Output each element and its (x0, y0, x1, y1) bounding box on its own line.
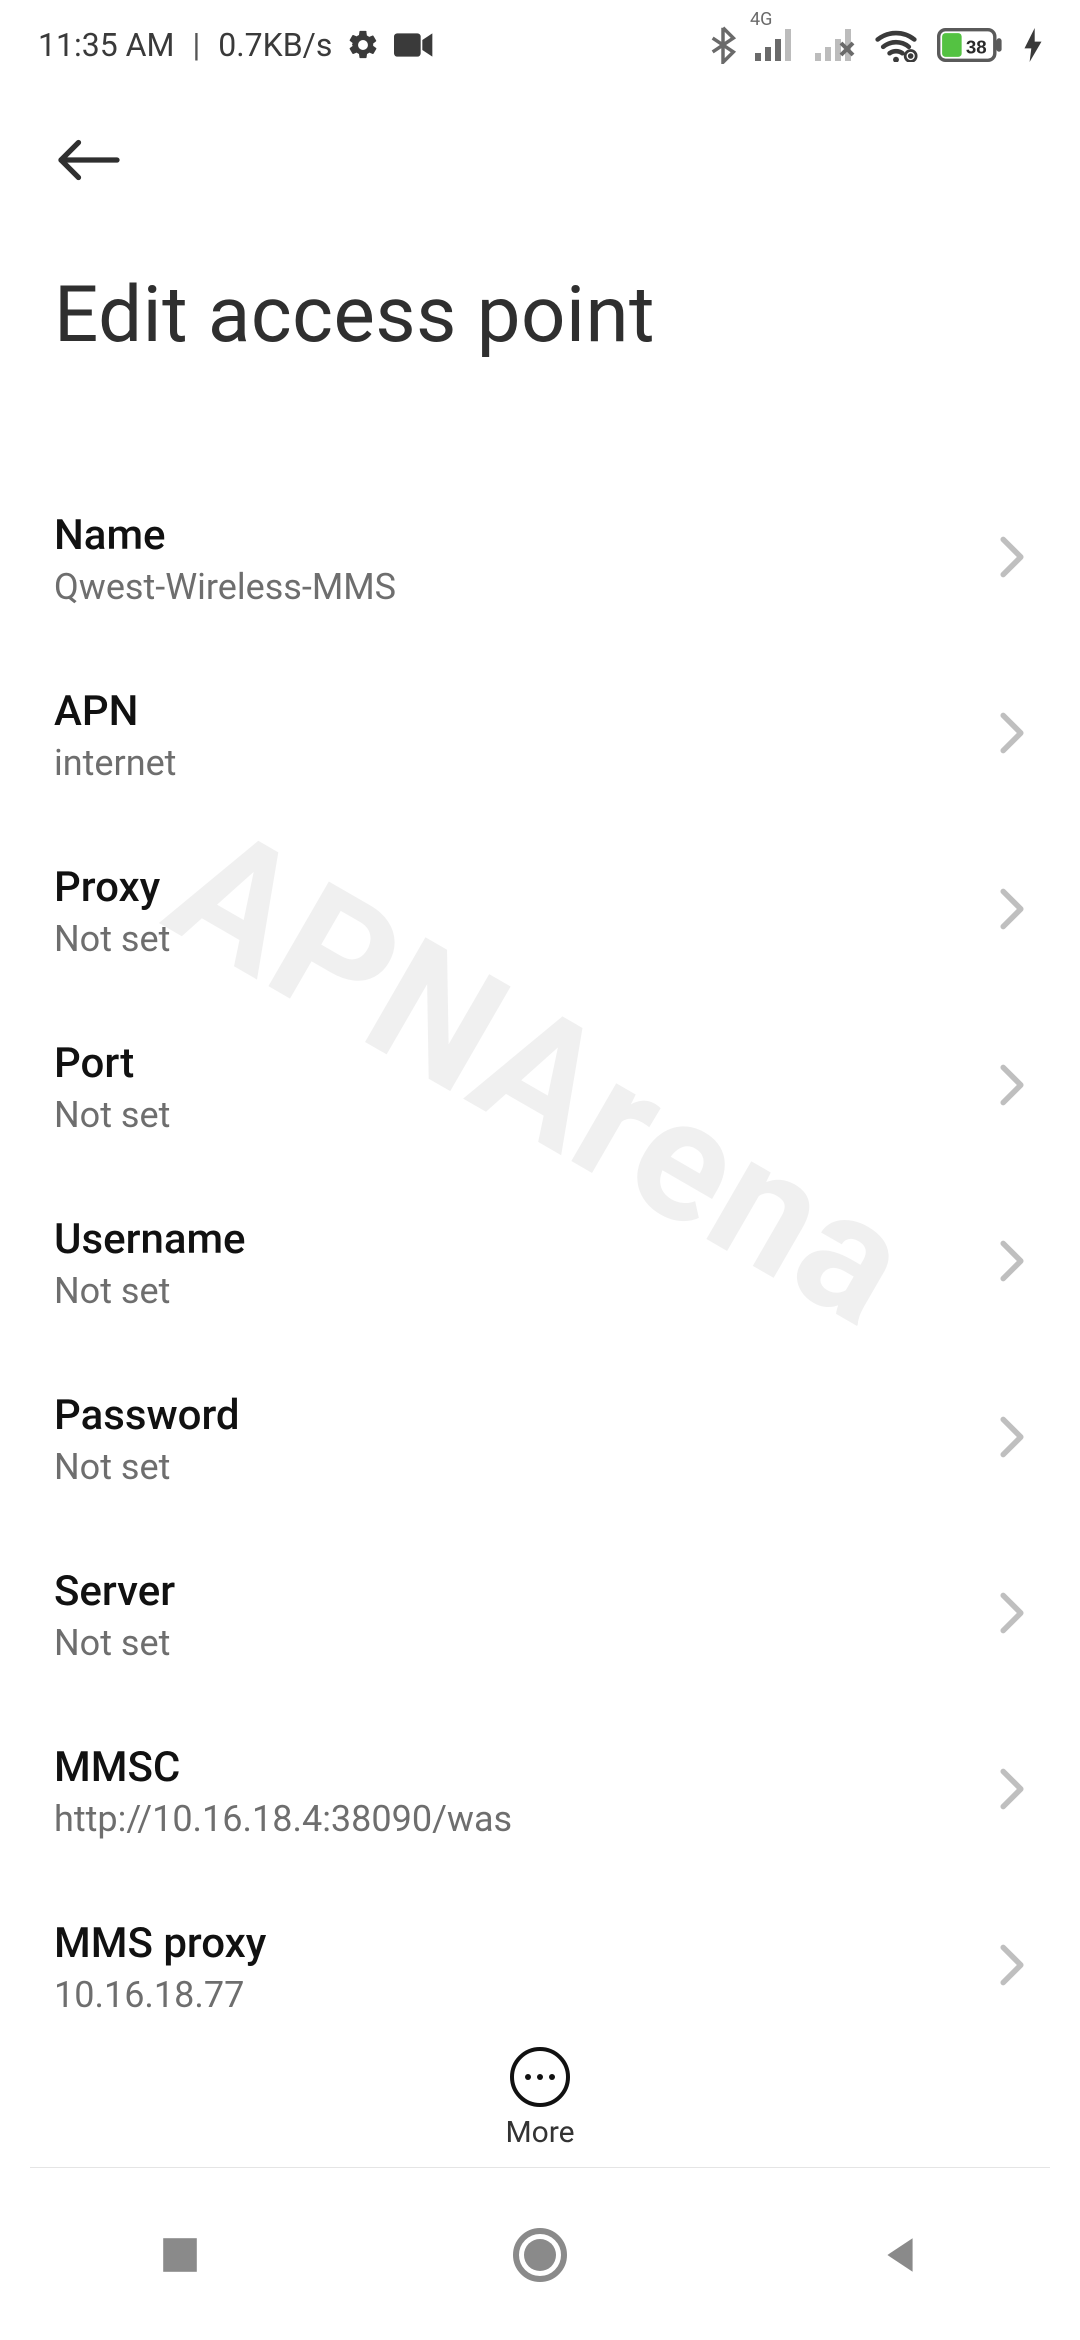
field-value: Not set (54, 1270, 246, 1312)
field-label: Port (54, 1039, 170, 1088)
chevron-right-icon (998, 1943, 1026, 1991)
field-username[interactable]: Username Not set (0, 1175, 1080, 1351)
triangle-left-icon (879, 2234, 921, 2276)
status-left: 11:35 AM 0.7KB/s (38, 26, 434, 64)
chevron-right-icon (998, 1415, 1026, 1463)
field-value: Not set (54, 1622, 175, 1664)
chevron-right-icon (998, 1591, 1026, 1639)
field-value: http://10.16.18.4:38090/was (54, 1798, 512, 1840)
more-button[interactable]: More (505, 2047, 574, 2150)
field-proxy[interactable]: Proxy Not set (0, 823, 1080, 999)
nav-recent-button[interactable] (120, 2215, 240, 2295)
field-label: Name (54, 511, 396, 560)
field-mmsc[interactable]: MMSC http://10.16.18.4:38090/was (0, 1703, 1080, 1879)
back-arrow-icon (54, 135, 124, 185)
nav-home-button[interactable] (480, 2215, 600, 2295)
chevron-right-icon (998, 887, 1026, 935)
field-label: Password (54, 1391, 240, 1440)
status-data-rate: 0.7KB/s (218, 26, 332, 64)
chevron-right-icon (998, 1767, 1026, 1815)
divider (30, 2167, 1050, 2168)
page-title: Edit access point (54, 270, 1026, 361)
nav-back-button[interactable] (840, 2215, 960, 2295)
chevron-right-icon (998, 1063, 1026, 1111)
field-label: MMS proxy (54, 1919, 266, 1968)
chevron-right-icon (998, 535, 1026, 583)
status-separator (188, 26, 204, 64)
chevron-right-icon (998, 711, 1026, 759)
circle-icon (512, 2227, 568, 2283)
field-label: Server (54, 1567, 175, 1616)
signal-4g-label: 4G (750, 9, 772, 30)
app-bar: Edit access point (0, 90, 1080, 371)
field-value: Not set (54, 1094, 170, 1136)
field-apn[interactable]: APN internet (0, 647, 1080, 823)
field-value: 10.16.18.77 (54, 1974, 266, 2016)
field-label: Proxy (54, 863, 170, 912)
back-button[interactable] (54, 120, 134, 200)
settings-list: Name Qwest-Wireless-MMS APN internet Pro… (0, 471, 1080, 2055)
field-label: MMSC (54, 1743, 512, 1792)
more-dots-icon (510, 2047, 570, 2107)
cellular-signal-2-icon (814, 29, 856, 61)
field-port[interactable]: Port Not set (0, 999, 1080, 1175)
chevron-right-icon (998, 1239, 1026, 1287)
bottom-action-bar: More (0, 2017, 1080, 2150)
cellular-signal-1-icon: 4G (754, 29, 796, 61)
field-value: Qwest-Wireless-MMS (54, 566, 396, 608)
status-time: 11:35 AM (38, 26, 174, 64)
status-right: 4G (710, 26, 1042, 64)
field-value: Not set (54, 918, 170, 960)
field-password[interactable]: Password Not set (0, 1351, 1080, 1527)
more-label: More (505, 2115, 574, 2150)
battery-icon: 38 (936, 28, 1006, 62)
field-name[interactable]: Name Qwest-Wireless-MMS (0, 471, 1080, 647)
bluetooth-icon (710, 26, 736, 64)
gear-icon (346, 28, 380, 62)
status-bar: 11:35 AM 0.7KB/s 4G (0, 0, 1080, 90)
field-value: Not set (54, 1446, 240, 1488)
svg-text:38: 38 (966, 37, 987, 58)
charging-bolt-icon (1024, 28, 1042, 62)
system-nav-bar (0, 2170, 1080, 2340)
field-server[interactable]: Server Not set (0, 1527, 1080, 1703)
wifi-icon (874, 28, 918, 62)
field-label: APN (54, 687, 176, 736)
field-label: Username (54, 1215, 246, 1264)
field-value: internet (54, 742, 176, 784)
video-camera-icon (394, 31, 434, 59)
square-icon (159, 2234, 201, 2276)
